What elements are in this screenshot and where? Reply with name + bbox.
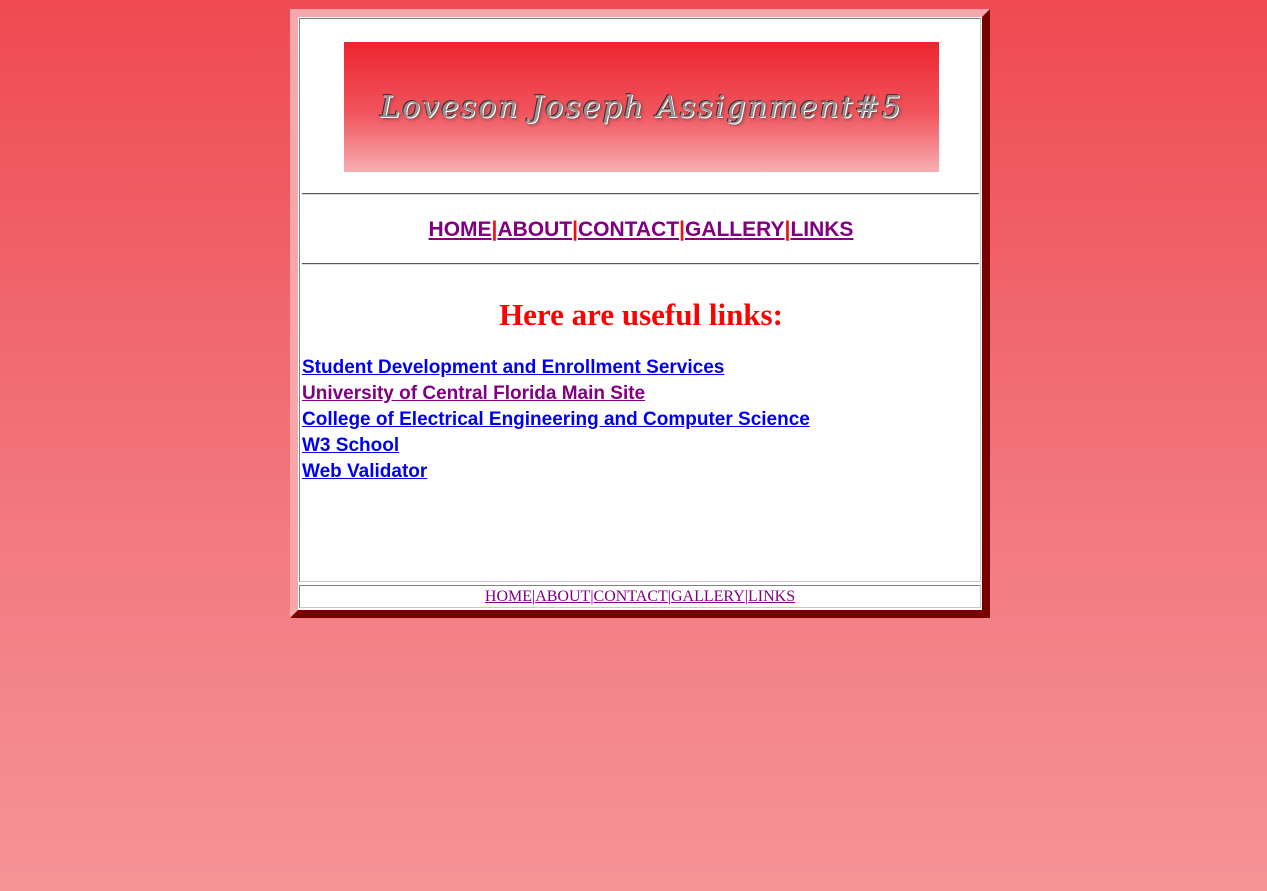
footer-contact-link[interactable]: CONTACT bbox=[594, 588, 668, 605]
main-nav: HOME|ABOUT|CONTACT|GALLERY|LINKS bbox=[300, 217, 982, 243]
list-item: University of Central Florida Main Site bbox=[302, 381, 810, 407]
page-frame: Loveson Joseph Assignment#5 HOME|ABOUT|C… bbox=[290, 9, 990, 618]
footer-cell: HOME|ABOUT|CONTACT|GALLERY|LINKS bbox=[299, 585, 981, 608]
link-w3-school[interactable]: W3 School bbox=[302, 435, 399, 456]
nav-home-link[interactable]: HOME bbox=[429, 218, 492, 241]
footer-links-link[interactable]: LINKS bbox=[748, 588, 795, 605]
page-heading: Here are useful links: bbox=[499, 297, 783, 332]
nav-contact-link[interactable]: CONTACT bbox=[578, 218, 679, 241]
top-divider bbox=[302, 193, 979, 195]
footer-home-link[interactable]: HOME bbox=[485, 588, 532, 605]
footer-nav: HOME|ABOUT|CONTACT|GALLERY|LINKS bbox=[300, 587, 980, 607]
link-web-validator[interactable]: Web Validator bbox=[302, 461, 427, 482]
link-college-eecs[interactable]: College of Electrical Engineering and Co… bbox=[302, 409, 810, 430]
header-banner: Loveson Joseph Assignment#5 bbox=[344, 42, 939, 172]
link-ucf-main-site[interactable]: University of Central Florida Main Site bbox=[302, 383, 645, 404]
list-item: W3 School bbox=[302, 433, 810, 459]
list-item: Student Development and Enrollment Servi… bbox=[302, 355, 810, 381]
nav-about-link[interactable]: ABOUT bbox=[497, 218, 572, 241]
nav-links-link[interactable]: LINKS bbox=[790, 218, 853, 241]
list-item: College of Electrical Engineering and Co… bbox=[302, 407, 810, 433]
link-student-development[interactable]: Student Development and Enrollment Servi… bbox=[302, 357, 724, 378]
nav-gallery-link[interactable]: GALLERY bbox=[685, 218, 785, 241]
nav-divider bbox=[302, 263, 979, 265]
useful-links-list: Student Development and Enrollment Servi… bbox=[302, 355, 810, 485]
list-item: Web Validator bbox=[302, 459, 810, 485]
footer-about-link[interactable]: ABOUT bbox=[535, 588, 590, 605]
footer-gallery-link[interactable]: GALLERY bbox=[671, 588, 745, 605]
banner-title: Loveson Joseph Assignment#5 bbox=[380, 89, 903, 125]
main-content-cell: Loveson Joseph Assignment#5 HOME|ABOUT|C… bbox=[299, 18, 981, 582]
